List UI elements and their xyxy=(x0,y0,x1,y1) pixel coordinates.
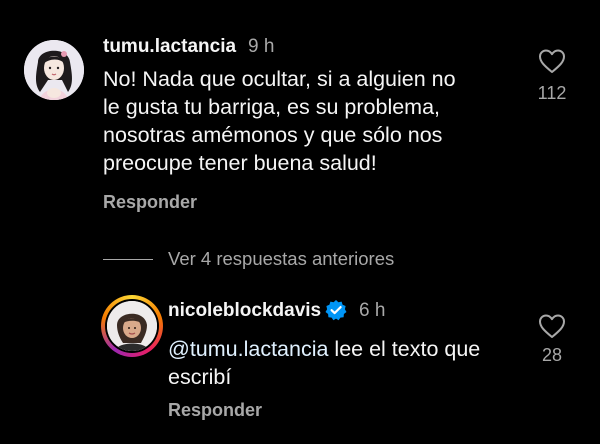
verified-badge-icon xyxy=(325,299,347,321)
reply-avatar[interactable] xyxy=(101,295,163,357)
commenter-username[interactable]: tumu.lactancia xyxy=(103,36,236,58)
commenter-avatar[interactable] xyxy=(24,40,84,100)
reply-text: @tumu.lactancia lee el texto que escribí xyxy=(168,335,528,391)
heart-icon xyxy=(539,314,565,338)
comment-text: No! Nada que ocultar, si a alguien no le… xyxy=(103,65,523,177)
comment-line: preocupe tener buena salud! xyxy=(103,151,377,175)
replies-divider xyxy=(103,259,153,260)
illustrated-woman-icon xyxy=(24,40,84,100)
view-previous-replies[interactable]: Ver 4 respuestas anteriores xyxy=(168,248,394,270)
heart-icon xyxy=(539,49,565,73)
comment-line: No! Nada que ocultar, si a alguien no xyxy=(103,67,456,91)
comment-timestamp: 9 h xyxy=(248,36,275,57)
reply-button[interactable]: Responder xyxy=(103,192,197,213)
like-count: 112 xyxy=(537,83,567,103)
like-count: 28 xyxy=(541,345,563,365)
like-button[interactable] xyxy=(538,48,566,74)
reply-text-part: lee el texto que xyxy=(328,337,481,361)
reply-timestamp: 6 h xyxy=(359,300,386,321)
mention-link[interactable]: @tumu.lactancia xyxy=(168,337,328,361)
profile-photo-icon xyxy=(107,301,157,351)
reply-button[interactable]: Responder xyxy=(168,400,262,421)
comment-line: le gusta tu barriga, es su problema, xyxy=(103,95,441,119)
reply-text-line: escribí xyxy=(168,365,232,389)
like-button[interactable] xyxy=(538,313,566,339)
reply-username[interactable]: nicoleblockdavis xyxy=(168,300,321,322)
comment-line: nosotras amémonos y que sólo nos xyxy=(103,123,443,147)
